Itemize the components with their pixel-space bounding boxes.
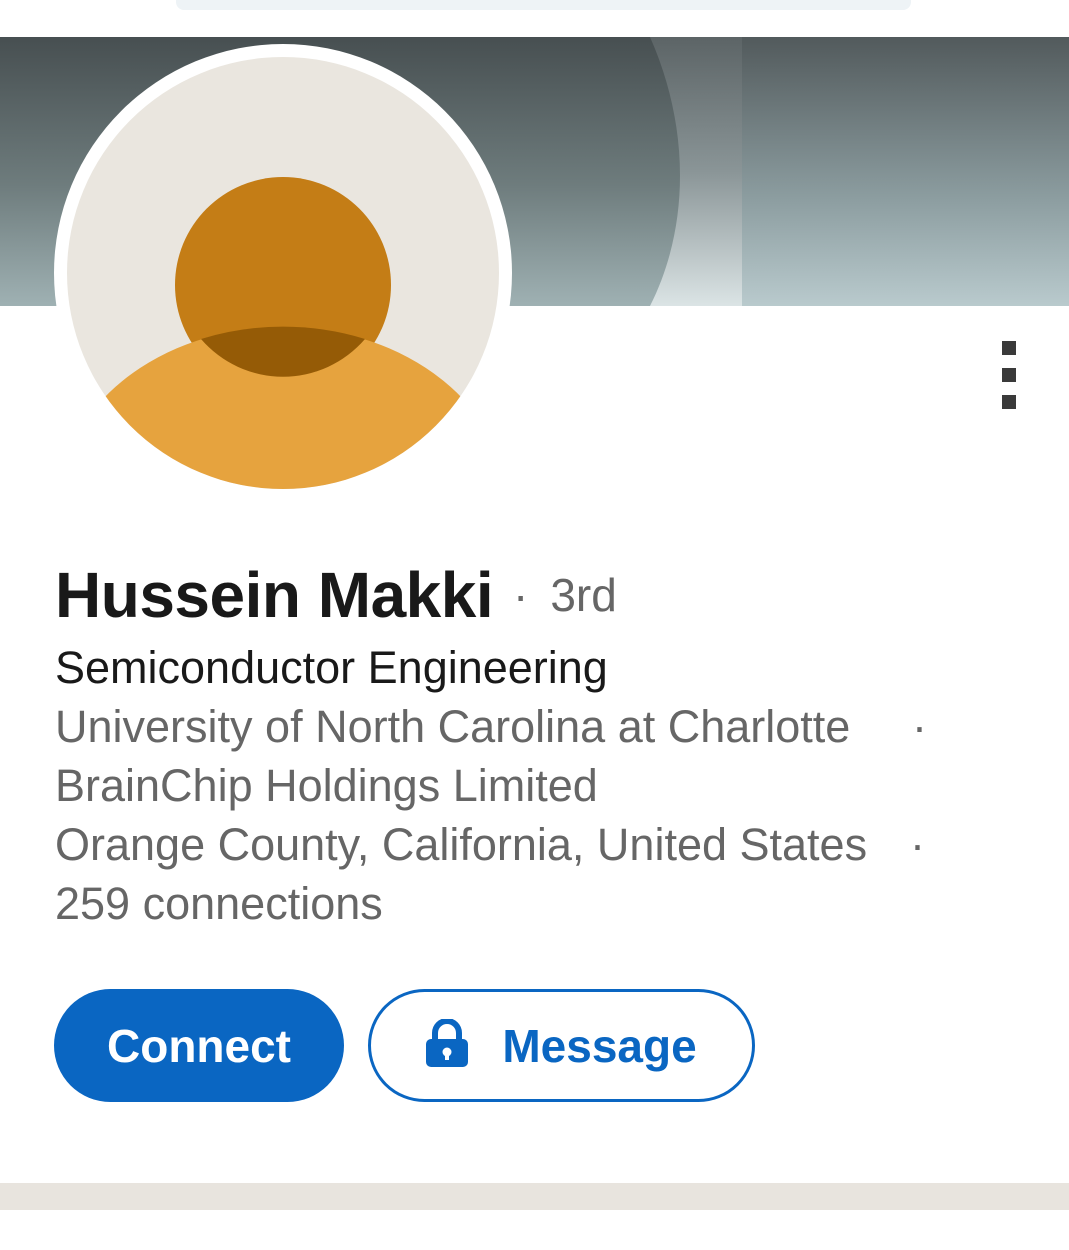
message-button-label: Message [502, 1019, 697, 1072]
profile-avatar[interactable] [54, 44, 512, 502]
profile-page: Hussein Makki · 3rd Semiconductor Enginee… [0, 0, 1069, 1250]
message-button[interactable]: Message [368, 989, 755, 1102]
profile-headline: Semiconductor Engineering [55, 642, 608, 693]
connect-button[interactable]: Connect [54, 989, 344, 1102]
search-bar[interactable] [176, 0, 911, 10]
section-divider [0, 1183, 1069, 1210]
more-options-button[interactable] [990, 335, 1028, 417]
degree-separator: · [513, 569, 529, 621]
degree-label: 3rd [550, 569, 617, 621]
current-company-line[interactable]: BrainChip Holdings Limited [55, 760, 598, 812]
location-line: Orange County, California, United States [55, 819, 868, 870]
lock-icon [426, 1018, 469, 1078]
separator-dot: · [912, 701, 927, 752]
person-placeholder-icon [67, 57, 499, 489]
connection-degree: · 3rd [513, 568, 617, 622]
separator-dot: · [910, 819, 925, 870]
education-line[interactable]: University of North Carolina at Charlott… [55, 701, 850, 753]
connections-count[interactable]: 259 connections [55, 878, 383, 930]
connect-button-label: Connect [107, 1019, 291, 1072]
profile-name: Hussein Makki [55, 559, 494, 631]
